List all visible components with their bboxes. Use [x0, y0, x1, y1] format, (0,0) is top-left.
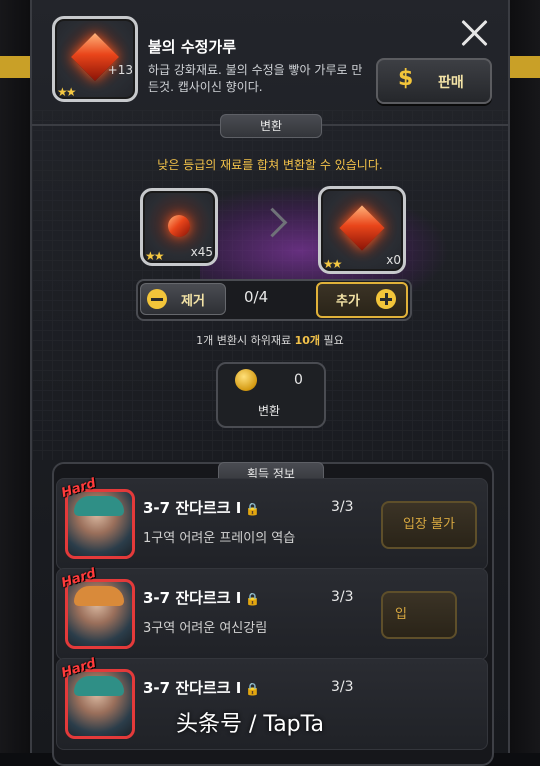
avatar-hair: [74, 496, 124, 516]
background-left: [0, 0, 30, 753]
convert-button-label: 변환: [257, 404, 281, 418]
gold-coin-icon: [235, 369, 257, 391]
background-gold-bar-left: [0, 56, 30, 78]
list-item: Hard 3-7 잔다르크 I 🔒 1구역 어려운 프레이의 역습 3/3 입장 …: [56, 476, 488, 570]
lock-icon: 🔒: [245, 502, 261, 516]
star-rating: ★★: [57, 85, 76, 99]
avatar-hair: [74, 586, 124, 606]
stage-name: 3-7 잔다르크 I 🔒: [143, 587, 260, 608]
lock-icon: 🔒: [245, 682, 261, 696]
stage-name: 3-7 잔다르크 I 🔒: [143, 677, 260, 698]
add-button-label: 추가: [336, 294, 360, 309]
background-gold-bar-right: [510, 56, 540, 78]
target-quantity: x0: [386, 253, 401, 267]
requirement-count: 10개: [294, 334, 321, 347]
convert-section-label: 변환: [220, 114, 322, 138]
item-quantity: +13: [107, 63, 133, 77]
coin-amount: 0: [294, 372, 303, 388]
item-quantity-value: 13: [117, 63, 133, 77]
list-item: Hard 3-7 잔다르크 I 🔒 3구역 어려운 여신강림 3/3 입: [56, 566, 488, 660]
avatar-hair: [74, 676, 124, 696]
target-material-icon: ★★ x0: [318, 186, 406, 274]
quantity-counter: 0/4: [244, 288, 269, 306]
attempt-count: 3/3: [331, 589, 354, 605]
stage-name-text: 3-7 잔다르크 I: [143, 589, 242, 607]
fire-orb-icon: [168, 214, 190, 237]
sell-button[interactable]: $ 판매: [376, 58, 492, 104]
fire-crystal-icon: [339, 205, 385, 251]
attempt-count: 3/3: [331, 679, 354, 695]
source-star-rating: ★★: [145, 249, 164, 263]
watermark: 头条号 / TapTa: [176, 712, 324, 737]
target-star-rating: ★★: [323, 257, 342, 271]
sell-button-label: 판매: [438, 75, 464, 91]
source-material-icon: ★★ x45: [140, 188, 218, 266]
stage-subtitle: 1구역 어려운 프레이의 역습: [143, 531, 296, 546]
stage-name: 3-7 잔다르크 I 🔒: [143, 497, 260, 518]
stage-name-text: 3-7 잔다르크 I: [143, 679, 242, 697]
convert-hint: 낮은 등급의 재료를 합쳐 변환할 수 있습니다.: [157, 158, 383, 172]
stage-name-text: 3-7 잔다르크 I: [143, 499, 242, 517]
add-button[interactable]: 추가: [316, 282, 408, 318]
avatar: [65, 669, 135, 739]
item-title: 불의 수정가루: [148, 38, 237, 56]
background-right: [510, 0, 540, 753]
enter-button[interactable]: 입장 불가: [381, 501, 477, 549]
conversion-requirement: 1개 변환시 하위재료 10개 필요: [30, 332, 510, 348]
source-quantity: x45: [190, 245, 213, 259]
stage-subtitle: 3구역 어려운 여신강림: [143, 621, 268, 636]
dollar-icon: $: [398, 66, 414, 91]
close-button[interactable]: [458, 16, 492, 50]
minus-circle-icon: [147, 289, 167, 309]
lock-icon: 🔒: [245, 592, 261, 606]
requirement-suffix: 필요: [320, 334, 344, 347]
attempt-count: 3/3: [331, 499, 354, 515]
remove-button-label: 제거: [181, 294, 205, 309]
enter-button[interactable]: 입: [381, 591, 457, 639]
plus-circle-icon: [376, 289, 396, 309]
requirement-prefix: 1개 변환시 하위재료: [196, 334, 295, 347]
remove-button[interactable]: 제거: [140, 283, 226, 315]
item-description: 하급 강화재료. 불의 수정을 빻아 가루로 만든것. 캡사이신 향이다.: [148, 63, 363, 94]
avatar: [65, 579, 135, 649]
avatar: [65, 489, 135, 559]
item-icon: ★★ +13: [52, 16, 138, 102]
